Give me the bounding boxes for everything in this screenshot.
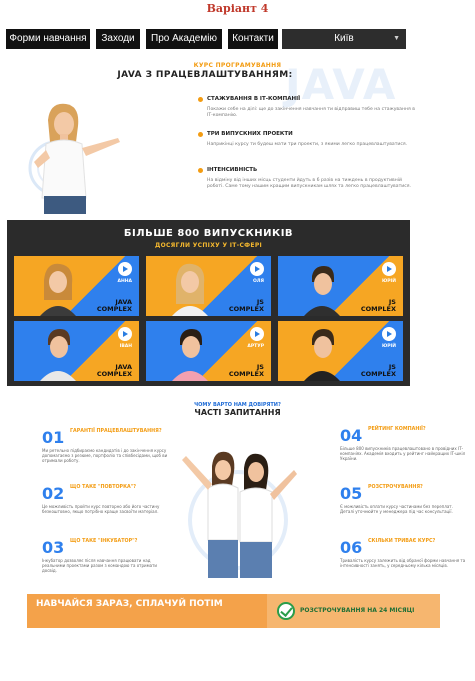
graduate-card[interactable]: ІВАН JAVA COMPLEX [14, 321, 139, 381]
faq-question: ЩО ТАКЕ "ПОВТОРКА"? [70, 485, 136, 490]
faq-number: 04 [340, 426, 363, 445]
feature-text: Наприкінці курсу ти будеш мати три проек… [207, 142, 408, 147]
graduates-section: БІЛЬШЕ 800 ВИПУСКНИКІВ ДОСЯГЛИ УСПІХУ У … [7, 220, 410, 386]
faq-number: 02 [42, 484, 65, 503]
faq-title: ЧАСТІ ЗАПИТАННЯ [194, 408, 281, 417]
graduate-name: АРТУР [247, 344, 264, 349]
play-icon[interactable] [382, 327, 396, 341]
graduate-card[interactable]: АННА JAVA COMPLEX [14, 256, 139, 316]
nav-events[interactable]: Заходи [96, 29, 140, 49]
faq-number: 03 [42, 538, 65, 557]
play-icon[interactable] [250, 327, 264, 341]
graduate-card[interactable]: ОЛЯ JS COMPLEX [146, 256, 271, 316]
city-select[interactable]: Київ ▼ [282, 29, 406, 49]
students-image [178, 440, 298, 580]
graduate-photo [304, 266, 340, 316]
checkmark-icon [277, 602, 295, 620]
main-nav: Форми навчання Заходи Про Академію Конта… [6, 29, 406, 49]
course-title: JAVA З ПРАЦЕВЛАШТУВАННЯМ: [117, 70, 293, 80]
installment-banner[interactable]: НАВЧАЙСЯ ЗАРАЗ, СПЛАЧУЙ ПОТІМ РОЗСТРОЧУВ… [27, 594, 440, 628]
graduate-card[interactable]: АРТУР JS COMPLEX [146, 321, 271, 381]
graduate-course: JAVA COMPLEX [96, 298, 132, 313]
graduate-name: ЮРІЙ [381, 279, 396, 284]
banner-right-text: РОЗСТРОЧУВАННЯ НА 24 МІСЯЦІ [300, 607, 415, 614]
feature-text: Покажи себе на ділі: ще до закінчення на… [207, 107, 415, 118]
graduate-photo [172, 329, 208, 381]
graduate-name: ОЛЯ [252, 279, 264, 284]
graduate-card[interactable]: ЮРІЙ JS COMPLEX [278, 256, 403, 316]
graduate-name: АННА [117, 279, 133, 284]
faq-answer: Інкубатор дозволяє після навчання працюв… [42, 558, 158, 573]
graduate-photo [40, 329, 76, 381]
feature-text: На відміну від інших місць студенти йдут… [207, 178, 411, 189]
graduate-photo [172, 263, 208, 316]
graduate-photo [40, 263, 76, 316]
feature-three-projects: ТРИ ВИПУСКНИХ ПРОЕКТИ Наприкінці курсу т… [198, 131, 418, 148]
chevron-down-icon: ▼ [393, 35, 400, 42]
graduate-course: JS COMPLEX [360, 298, 396, 313]
feature-title: ТРИ ВИПУСКНИХ ПРОЕКТИ [198, 131, 418, 137]
play-icon[interactable] [118, 327, 132, 341]
hero-woman-image [28, 98, 128, 216]
course-eyebrow: КУРС ПРОГРАМУВАННЯ [193, 62, 282, 69]
play-icon[interactable] [382, 262, 396, 276]
feature-title: СТАЖУВАННЯ В ІТ-КОМПАНІЇ [198, 96, 418, 102]
faq-question: РЕЙТИНГ КОМПАНІЇ? [368, 427, 426, 432]
faq-answer: Більше 800 випускників працевлаштовано в… [340, 446, 466, 461]
faq-number: 05 [340, 484, 363, 503]
feature-intensity: ІНТЕНСИВНІСТЬ На відміну від інших місць… [198, 167, 418, 190]
faq-question: РОЗСТРОЧУВАННЯ? [368, 485, 423, 490]
graduates-subtitle: ДОСЯГЛИ УСПІХУ У ІТ-СФЕРІ [154, 242, 263, 249]
graduate-course: JS COMPLEX [360, 363, 396, 378]
faq-question: СКІЛЬКИ ТРИВАЄ КУРС? [368, 539, 436, 544]
graduate-name: ЮРІЙ [381, 344, 396, 349]
faq-answer: Тривалість курсу залежить від обраної фо… [340, 558, 466, 568]
graduate-photo [304, 329, 340, 381]
faq-number: 01 [42, 428, 65, 447]
nav-forms-of-study[interactable]: Форми навчання [6, 29, 90, 49]
faq-answer: Є можливість оплати курсу частинами без … [340, 504, 453, 514]
graduates-title: БІЛЬШЕ 800 ВИПУСКНИКІВ [123, 228, 294, 239]
faq-answer: Ми ретельно підбираємо кандидатів і до з… [42, 448, 168, 463]
feature-internship: СТАЖУВАННЯ В ІТ-КОМПАНІЇ Покажи себе на … [198, 96, 418, 119]
nav-about-academy[interactable]: Про Академію [146, 29, 222, 49]
graduate-course: JS COMPLEX [228, 363, 264, 378]
feature-title: ІНТЕНСИВНІСТЬ [198, 167, 418, 173]
faq-question: ЩО ТАКЕ "ІНКУБАТОР"? [70, 539, 138, 544]
banner-left-text: НАВЧАЙСЯ ЗАРАЗ, СПЛАЧУЙ ПОТІМ [36, 599, 223, 609]
graduate-course: JAVA COMPLEX [96, 363, 132, 378]
faq-number: 06 [340, 538, 363, 557]
city-select-value: Київ [334, 33, 354, 44]
graduate-course: JS COMPLEX [228, 298, 264, 313]
faq-answer: Це можливість пройти курс повторно або й… [42, 504, 160, 514]
nav-contacts[interactable]: Контакти [228, 29, 278, 49]
play-icon[interactable] [250, 262, 264, 276]
faq-question: ГАРАНТІЇ ПРАЦЕВЛАШТУВАННЯ? [70, 429, 162, 434]
play-icon[interactable] [118, 262, 132, 276]
graduate-name: ІВАН [119, 344, 132, 349]
graduate-card[interactable]: ЮРІЙ JS COMPLEX [278, 321, 403, 381]
variant-label: Варіант 4 [206, 2, 269, 15]
